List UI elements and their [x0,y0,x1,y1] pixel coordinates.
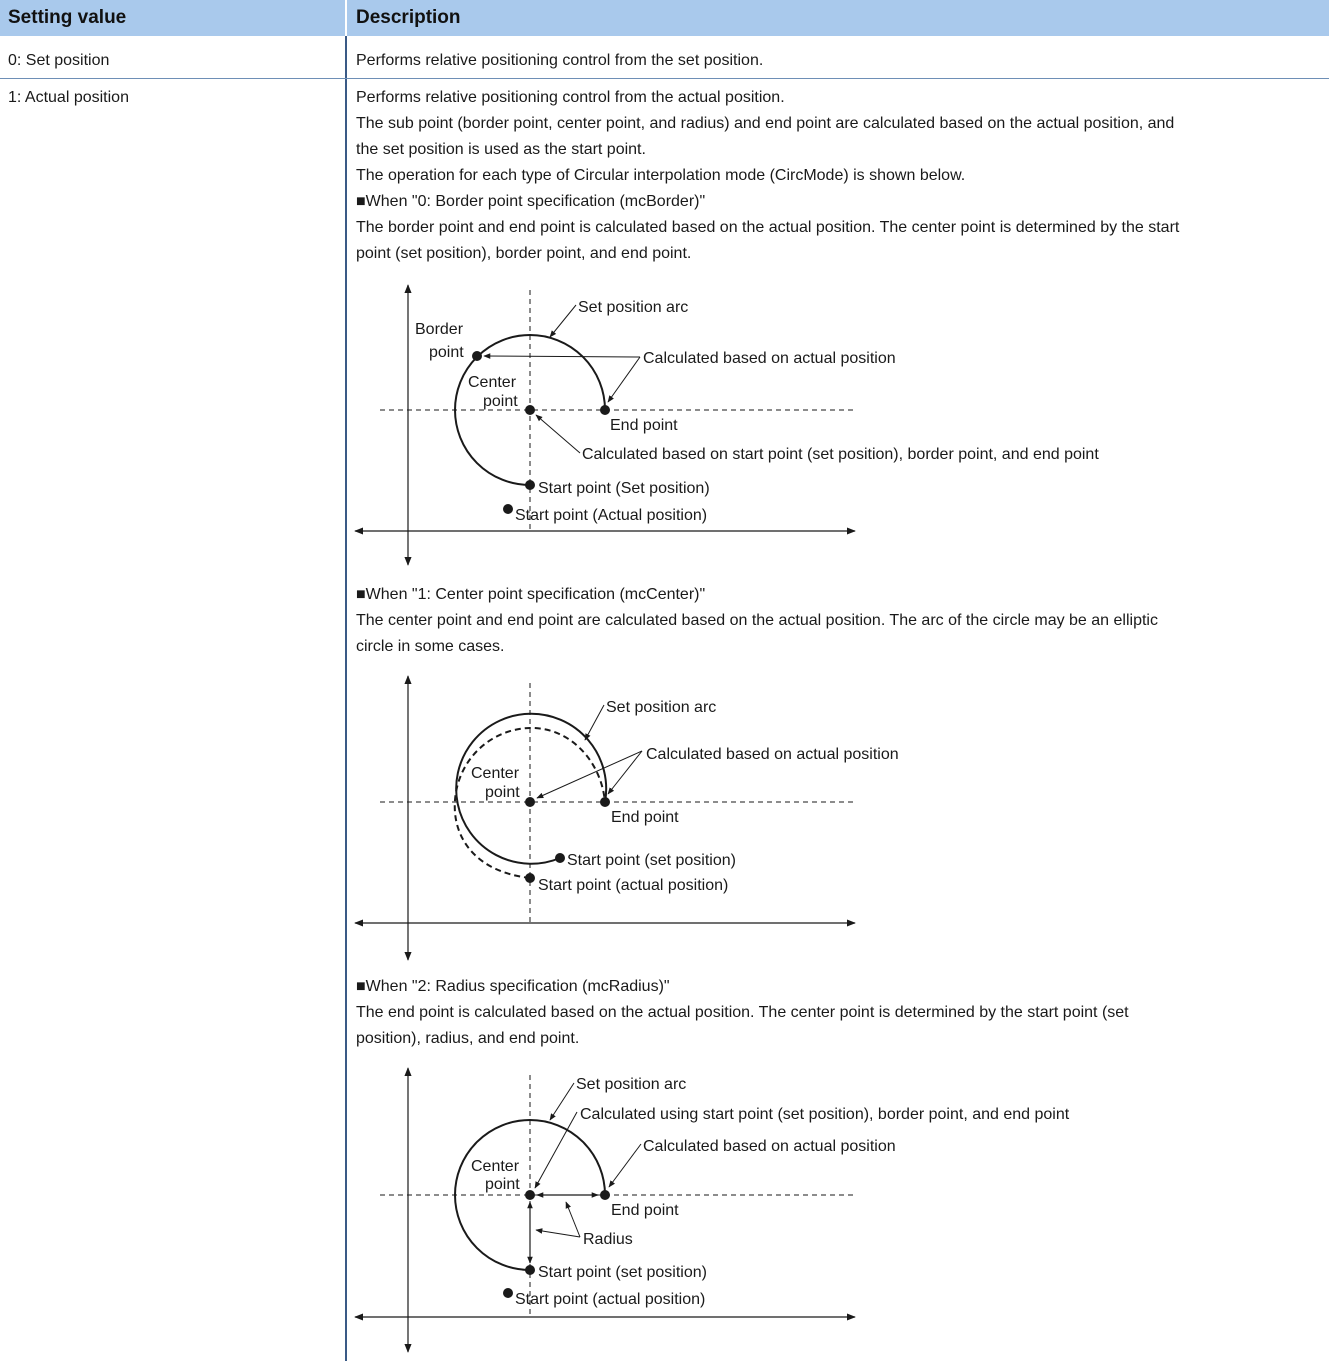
label-calc-actual: Calculated based on actual position [646,746,899,763]
center-leader [535,414,581,454]
label-end: End point [611,809,679,826]
radius-diagram: Set position arc Calculated using start … [354,1067,1070,1353]
diagrams: Set position arc Border point Calculated… [354,284,1099,1353]
label-start-actual: Start point (actual position) [538,877,728,894]
label-center-2: point [485,784,520,801]
label-center-2: point [485,1176,520,1193]
start-point-actual [503,504,513,514]
label-start-set: Start point (set position) [567,852,736,869]
label-border-2: point [429,344,464,361]
label-start-set: Start point (Set position) [538,480,710,497]
actual-leader-2 [607,750,643,795]
label-start-actual: Start point (actual position) [515,1291,705,1308]
center-point [525,1190,535,1200]
start-point-actual [525,873,535,883]
set-position-arc [455,712,608,865]
start-point-set [525,480,535,490]
radius-leader-1 [565,1201,581,1238]
label-radius: Radius [583,1231,633,1248]
start-point-actual [503,1288,513,1298]
label-calc-center: Calculated based on start point (set pos… [582,446,1099,463]
label-center-1: Center [468,374,517,391]
label-calc-using: Calculated using start point (set positi… [580,1106,1070,1123]
actual-leader-1 [483,353,641,359]
label-center-1: Center [471,1158,520,1175]
center-diagram: Set position arc Calculated based on act… [354,675,899,961]
end-point [600,405,610,415]
arc-leader [584,704,605,741]
label-start-set: Start point (set position) [538,1264,707,1281]
arc-leader [549,1082,575,1121]
label-arc: Set position arc [576,1076,686,1093]
label-center-2: point [483,393,518,410]
center-point [525,405,535,415]
border-point [472,351,482,361]
end-point [600,1190,610,1200]
arc-leader [549,304,577,338]
start-point-set [525,1265,535,1275]
label-calc-actual: Calculated based on actual position [643,350,896,367]
actual-leader-2 [607,356,641,403]
label-arc: Set position arc [606,699,716,716]
label-border-1: Border [415,321,464,338]
end-point [600,797,610,807]
label-center-1: Center [471,765,520,782]
label-arc: Set position arc [578,299,688,316]
label-end: End point [611,1202,679,1219]
border-diagram: Set position arc Border point Calculated… [354,284,1099,566]
label-start-actual: Start point (Actual position) [515,507,707,524]
start-point-set [555,853,565,863]
actual-leader [608,1143,642,1188]
radius-leader-2 [535,1228,581,1238]
center-point [525,797,535,807]
label-end: End point [610,417,678,434]
label-calc-actual: Calculated based on actual position [643,1138,896,1155]
